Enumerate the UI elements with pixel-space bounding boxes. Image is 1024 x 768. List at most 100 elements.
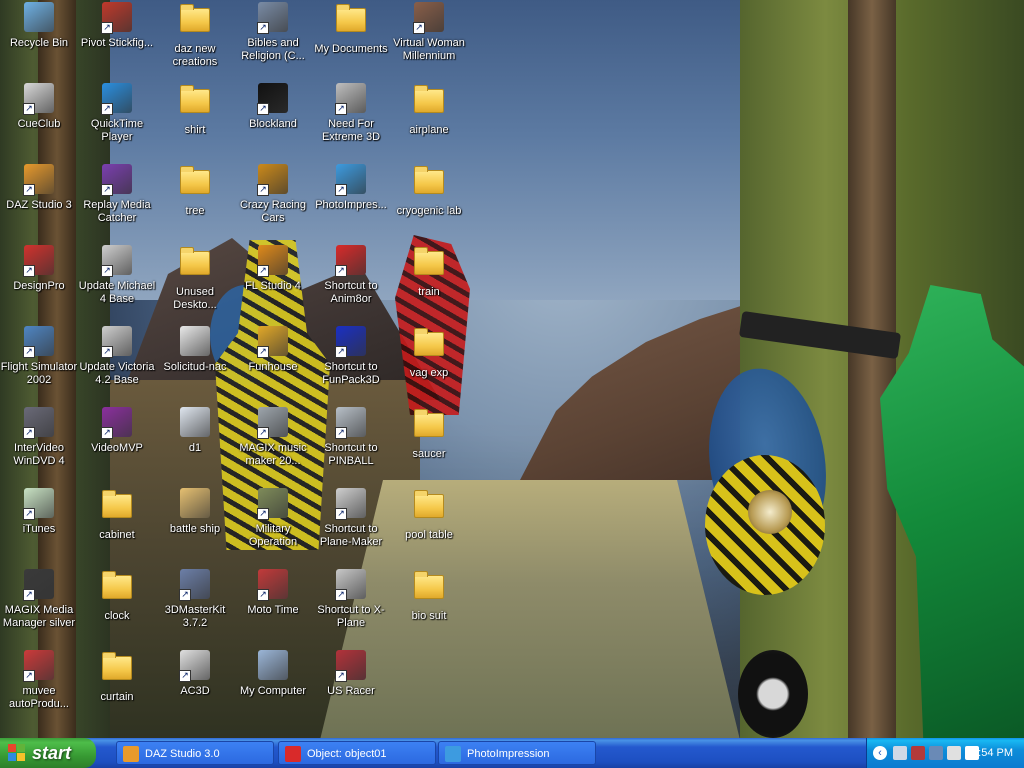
- shortcut-arrow-icon: ↗: [23, 103, 35, 115]
- desktop-icon[interactable]: cabinet: [78, 488, 156, 542]
- desktop-icon[interactable]: pool table: [390, 488, 468, 542]
- desktop-icon[interactable]: ↗ Need For Extreme 3D: [312, 83, 390, 144]
- folder-icon: [413, 166, 445, 202]
- desktop-icon[interactable]: ↗ Military Operation: [234, 488, 312, 549]
- magix-music-icon: ↗: [257, 407, 289, 439]
- desktop-icon[interactable]: airplane: [390, 83, 468, 137]
- taskbar-button[interactable]: DAZ Studio 3.0: [116, 741, 274, 765]
- desktop-icon[interactable]: curtain: [78, 650, 156, 704]
- desktop-icon[interactable]: ↗ Shortcut to Plane-Maker: [312, 488, 390, 549]
- desktop-icon[interactable]: ↗ muvee autoProdu...: [0, 650, 78, 711]
- desktop-icon-label: battle ship: [169, 523, 221, 535]
- desktop-icon[interactable]: ↗ Shortcut to X-Plane: [312, 569, 390, 630]
- network-icon[interactable]: [893, 746, 907, 760]
- desktop-icon[interactable]: clock: [78, 569, 156, 623]
- blockland-icon: ↗: [257, 83, 289, 115]
- desktop-icon[interactable]: shirt: [156, 83, 234, 137]
- desktop-icon-label: PhotoImpres...: [315, 199, 387, 211]
- desktop-icon[interactable]: ↗ Bibles and Religion (C...: [234, 2, 312, 63]
- desktop-icon[interactable]: ↗ Crazy Racing Cars: [234, 164, 312, 225]
- taskbar-button-label: PhotoImpression: [467, 748, 550, 760]
- desktop-icon[interactable]: My Computer: [234, 650, 312, 698]
- desktop-icon-label: CueClub: [17, 118, 61, 130]
- shortcut-arrow-icon: ↗: [335, 103, 347, 115]
- desktop-icon[interactable]: ↗ MAGIX Media Manager silver: [0, 569, 78, 630]
- desktop-icon[interactable]: ↗ US Racer: [312, 650, 390, 698]
- desktop-icon[interactable]: daz new creations: [156, 2, 234, 69]
- desktop-icon[interactable]: ↗ Blockland: [234, 83, 312, 131]
- desktop-icon[interactable]: ↗ MAGIX music maker 20...: [234, 407, 312, 468]
- desktop-icon[interactable]: ↗ Moto Time: [234, 569, 312, 617]
- desktop-icon-label: US Racer: [327, 685, 375, 697]
- desktop-icon[interactable]: ↗ Shortcut to FunPack3D: [312, 326, 390, 387]
- desktop-icon[interactable]: ↗ DesignPro: [0, 245, 78, 293]
- desktop-icon[interactable]: train: [390, 245, 468, 299]
- taskbar-button[interactable]: PhotoImpression: [438, 741, 596, 765]
- desktop-icon[interactable]: ↗ Replay Media Catcher: [78, 164, 156, 225]
- desktop-icon[interactable]: bio suit: [390, 569, 468, 623]
- desktop-icon[interactable]: ↗ FL Studio 4: [234, 245, 312, 293]
- desktop-icon-label: train: [418, 286, 440, 298]
- desktop-icon[interactable]: cryogenic lab: [390, 164, 468, 218]
- desktop-icon[interactable]: My Documents: [312, 2, 390, 56]
- desktop-icon[interactable]: ↗ PhotoImpres...: [312, 164, 390, 212]
- desktop-icon[interactable]: vag exp: [390, 326, 468, 380]
- desktop-icon[interactable]: ↗ DAZ Studio 3: [0, 164, 78, 212]
- folder-icon: [179, 247, 211, 283]
- desktop-icon-label: My Computer: [239, 685, 307, 697]
- desktop-icon[interactable]: ↗ InterVideo WinDVD 4: [0, 407, 78, 468]
- magix-media-icon: ↗: [23, 569, 55, 601]
- folder-icon: [179, 166, 211, 202]
- desktop-icon[interactable]: ↗ Funhouse: [234, 326, 312, 374]
- security-icon[interactable]: [911, 746, 925, 760]
- taskbar-button[interactable]: Object: object01: [278, 741, 436, 765]
- desktop-icon-label: Moto Time: [247, 604, 299, 616]
- desktop-icon-label: DesignPro: [13, 280, 65, 292]
- desktop-icon[interactable]: ↗ Virtual Woman Millennium: [390, 2, 468, 63]
- display-icon[interactable]: [929, 746, 943, 760]
- desktop-icon[interactable]: ↗ 3DMasterKit 3.7.2: [156, 569, 234, 630]
- desktop-icon[interactable]: Solicitud-nac: [156, 326, 234, 374]
- desktop-icon[interactable]: battle ship: [156, 488, 234, 536]
- shortcut-arrow-icon: ↗: [101, 346, 113, 358]
- shortcut-arrow-icon: ↗: [257, 265, 269, 277]
- designpro-icon: ↗: [23, 245, 55, 277]
- desktop-icon[interactable]: saucer: [390, 407, 468, 461]
- desktop-icon[interactable]: ↗ AC3D: [156, 650, 234, 698]
- desktop-icon-label: Crazy Racing Cars: [239, 199, 307, 224]
- desktop-icon[interactable]: d1: [156, 407, 234, 455]
- start-button[interactable]: start: [0, 738, 96, 768]
- desktop-icon[interactable]: ↗ Shortcut to PINBALL: [312, 407, 390, 468]
- desktop-icon-label: Need For Extreme 3D: [321, 118, 381, 143]
- desktop-icon[interactable]: Recycle Bin: [0, 2, 78, 50]
- desktop-icon[interactable]: ↗ Update Michael 4 Base: [78, 245, 156, 306]
- desktop-icon[interactable]: ↗ iTunes: [0, 488, 78, 536]
- desktop-icon[interactable]: ↗ QuickTime Player: [78, 83, 156, 144]
- desktop-icon[interactable]: ↗ VideoMVP: [78, 407, 156, 455]
- desktop-icon[interactable]: ↗ CueClub: [0, 83, 78, 131]
- clock[interactable]: 4:54 PM: [972, 738, 1013, 768]
- desktop-icon-label: Shortcut to PINBALL: [324, 442, 378, 467]
- taskbar: start DAZ Studio 3.0 Object: object01 Phot…: [0, 738, 1024, 768]
- desktop-icon-label: Flight Simulator 2002: [0, 361, 78, 386]
- desktop-icon-label: iTunes: [22, 523, 56, 535]
- desktop-icon-label: Shortcut to Plane-Maker: [319, 523, 383, 548]
- shortcut-arrow-icon: ↗: [257, 427, 269, 439]
- desktop-icon[interactable]: ↗ Shortcut to Anim8or: [312, 245, 390, 306]
- racing-cars-icon: ↗: [257, 164, 289, 196]
- desktop-icon-label: DAZ Studio 3: [6, 199, 72, 211]
- shortcut-arrow-icon: ↗: [335, 427, 347, 439]
- muvee-icon: ↗: [23, 650, 55, 682]
- us-racer-icon: ↗: [335, 650, 367, 682]
- volume-icon[interactable]: [947, 746, 961, 760]
- desktop-icon[interactable]: ↗ Update Victoria 4.2 Base: [78, 326, 156, 387]
- show-hidden-icons-button[interactable]: ‹: [873, 746, 887, 760]
- shortcut-arrow-icon: ↗: [179, 670, 191, 682]
- desktop-icon[interactable]: ↗ Pivot Stickfig...: [78, 2, 156, 50]
- desktop-icon[interactable]: ↗ Flight Simulator 2002: [0, 326, 78, 387]
- folder-icon: [413, 409, 445, 445]
- desktop-icon[interactable]: tree: [156, 164, 234, 218]
- shortcut-arrow-icon: ↗: [101, 427, 113, 439]
- desktop-icon-label: cryogenic lab: [396, 205, 462, 217]
- desktop-icon[interactable]: Unused Deskto...: [156, 245, 234, 312]
